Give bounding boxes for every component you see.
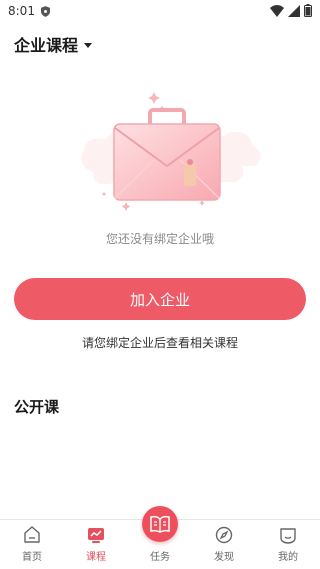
battery-icon <box>304 4 312 17</box>
tab-course[interactable]: 课程 <box>64 520 128 569</box>
home-icon <box>24 526 40 543</box>
empty-state-message: 您还没有绑定企业哦 <box>105 232 214 246</box>
tab-task[interactable]: 任务 <box>128 506 192 569</box>
tab-task-label: 任务 <box>150 552 170 563</box>
profile-icon <box>280 528 296 544</box>
status-bar: 8:01 <box>0 0 320 22</box>
enterprise-course-dropdown[interactable]: 企业课程 <box>14 32 93 56</box>
book-icon <box>150 515 170 533</box>
shield-icon <box>40 5 50 17</box>
page-title: 企业课程 <box>14 36 79 55</box>
tab-profile-label: 我的 <box>278 552 298 563</box>
status-time: 8:01 <box>8 4 35 18</box>
tab-discover[interactable]: 发现 <box>192 520 256 569</box>
wifi-icon <box>270 4 284 17</box>
bottom-tab-bar: 首页 课程 任务 发现 我的 <box>0 506 320 569</box>
course-icon <box>88 528 104 543</box>
public-course-section-title: 公开课 <box>14 398 60 416</box>
compass-icon <box>215 526 233 544</box>
signal-icon <box>288 4 300 17</box>
task-bubble <box>142 506 178 542</box>
bind-hint-text: 请您绑定企业后查看相关课程 <box>81 336 238 350</box>
tab-course-label: 课程 <box>86 552 106 563</box>
tab-home[interactable]: 首页 <box>0 520 64 569</box>
tab-home-label: 首页 <box>22 552 42 563</box>
app-screen: 8:01 企业课程 您还没有绑定企业哦 加入企业 请您绑定企业后查看相关课程 公… <box>0 0 320 569</box>
status-icons <box>270 4 312 17</box>
briefcase-illustration <box>81 92 261 211</box>
chevron-down-icon <box>84 42 93 48</box>
join-enterprise-button[interactable]: 加入企业 <box>14 278 306 320</box>
tab-profile[interactable]: 我的 <box>256 520 320 569</box>
tab-discover-label: 发现 <box>214 552 234 563</box>
